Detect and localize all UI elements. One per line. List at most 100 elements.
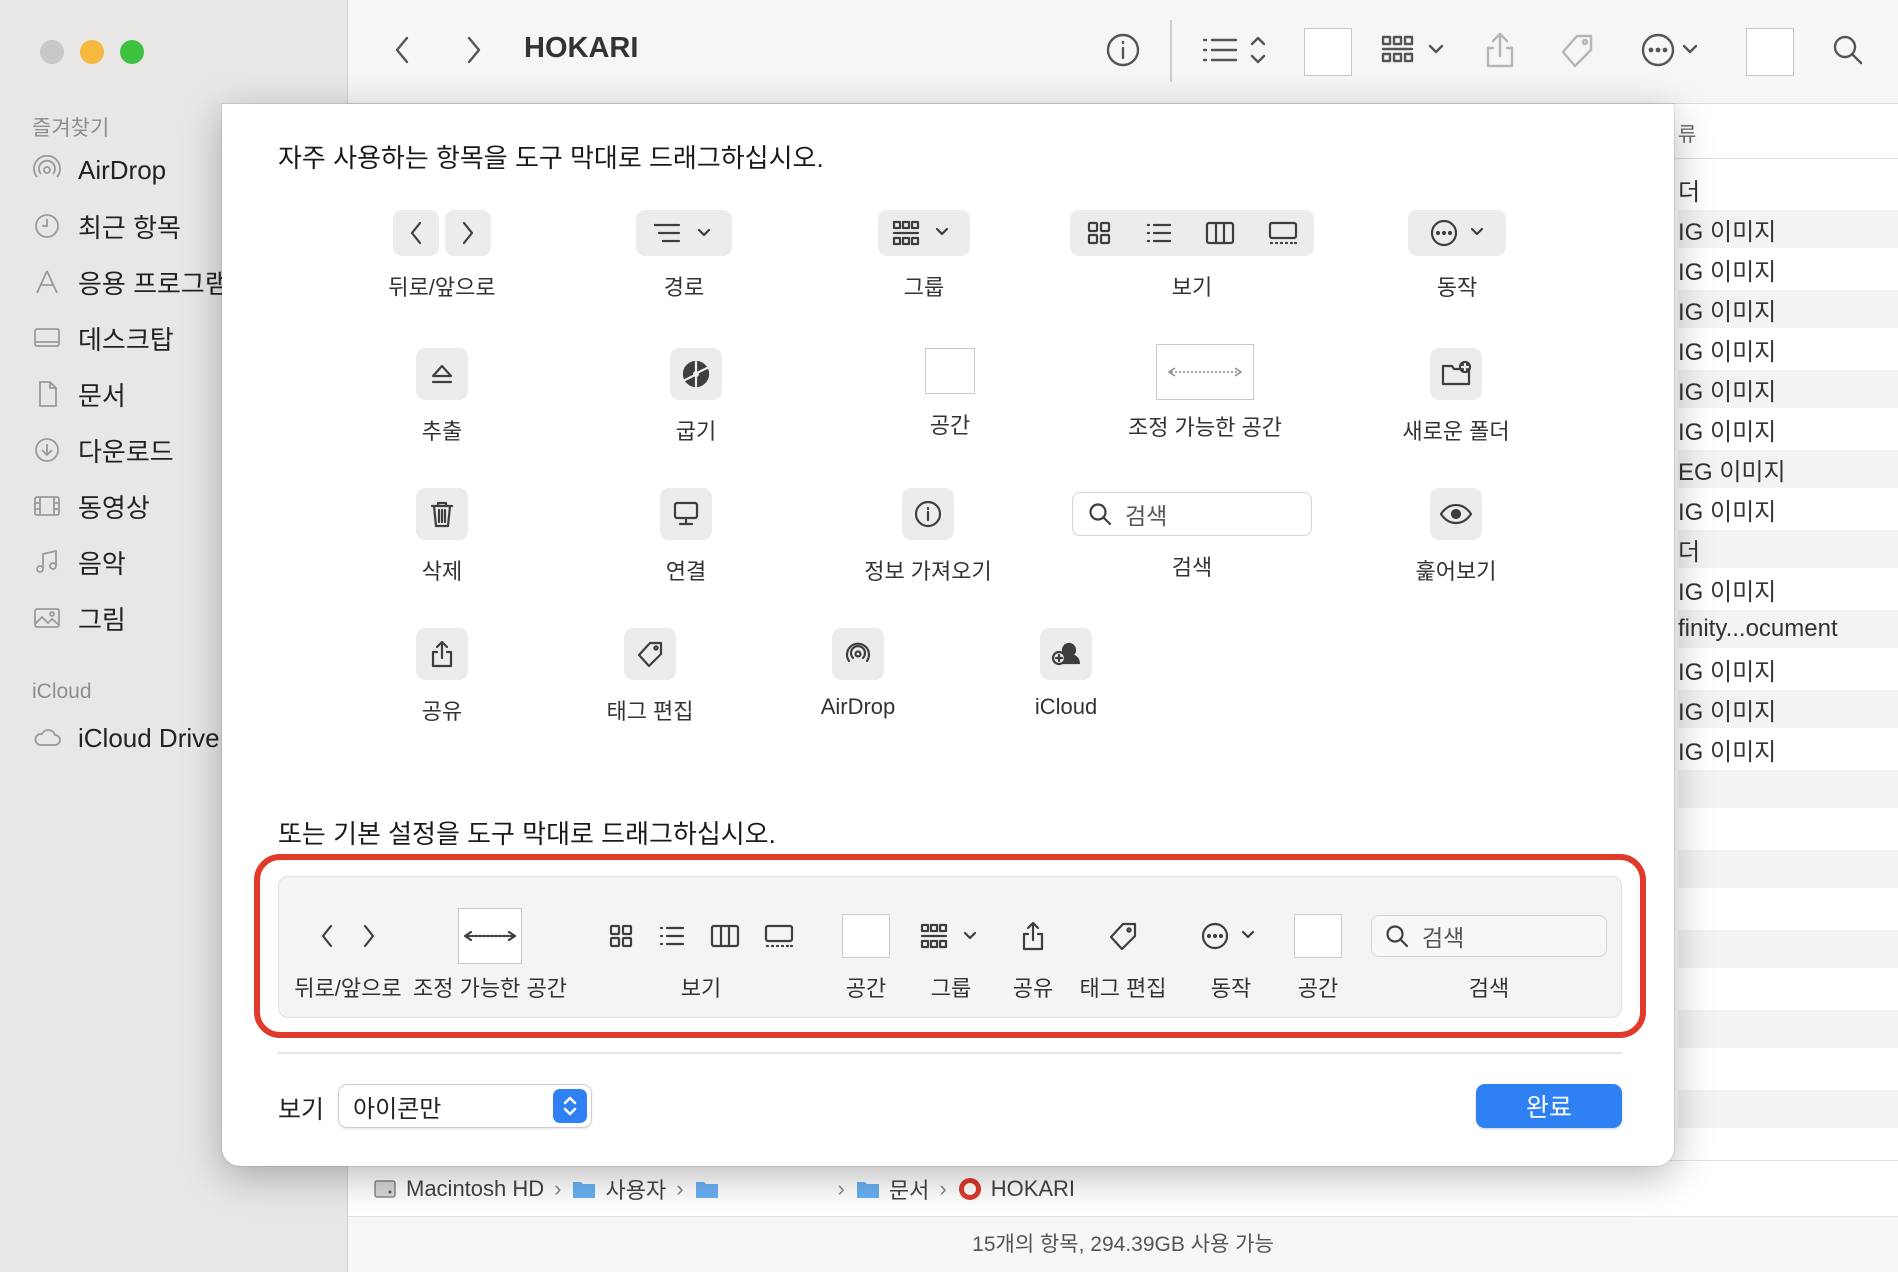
search-icon [1089, 503, 1112, 526]
tag-icon [637, 641, 663, 668]
palette-label: 조정 가능한 공간 [1128, 415, 1282, 440]
view-options-button[interactable] [1198, 27, 1274, 73]
list-item[interactable]: IG 이미지 [1678, 570, 1898, 608]
zoom-button[interactable] [120, 40, 144, 64]
path-bar: Macintosh HD › 사용자 › › 문서 › HOKARI [348, 1160, 1898, 1216]
path-segment[interactable]: HOKARI [991, 1176, 1075, 1202]
list-item[interactable]: 더 [1678, 170, 1898, 208]
palette-share[interactable]: 공유 [402, 628, 482, 726]
display-icon [673, 501, 699, 526]
icon-view-icon [1088, 221, 1111, 245]
list-item[interactable]: IG 이미지 [1678, 210, 1898, 248]
sidebar-item-label: 문서 [78, 380, 126, 411]
back-button[interactable] [384, 27, 420, 73]
path-separator: › [939, 1176, 947, 1201]
palette-eject[interactable]: 추출 [402, 348, 482, 446]
palette-burn[interactable]: 굽기 [656, 348, 736, 446]
close-button[interactable] [40, 40, 64, 64]
show-mode-select[interactable]: 아이콘만 [338, 1084, 592, 1128]
list-item[interactable]: IG 이미지 [1678, 650, 1898, 688]
palette-label: 새로운 폴더 [1402, 419, 1510, 444]
select-stepper[interactable] [553, 1089, 587, 1123]
new-folder-icon [1441, 360, 1472, 386]
chevron-updown-icon [563, 1096, 577, 1116]
chevron-left-icon [410, 221, 422, 245]
harddisk-icon [374, 1180, 396, 1198]
ellipsis-circle-icon [1641, 33, 1698, 67]
divider [1670, 158, 1898, 159]
palette-search[interactable]: 검색 검색 [1072, 492, 1312, 582]
palette-action[interactable]: 동작 [1408, 210, 1506, 302]
list-item[interactable]: finity...ocument [1678, 610, 1898, 648]
list-item[interactable]: IG 이미지 [1678, 330, 1898, 368]
group-button[interactable] [1378, 27, 1454, 73]
applications-icon [36, 270, 58, 294]
status-bar: 15개의 항목, 294.39GB 사용 가능 [348, 1216, 1898, 1272]
sidebar-item-label: 동영상 [78, 492, 150, 523]
info-button[interactable] [1102, 27, 1144, 73]
list-item[interactable]: EG 이미지 [1678, 450, 1898, 488]
path-segment[interactable]: 문서 [889, 1173, 929, 1205]
desktop-icon [34, 328, 60, 347]
list-item[interactable]: IG 이미지 [1678, 410, 1898, 448]
toolbar-separator [1170, 20, 1172, 82]
list-item[interactable]: IG 이미지 [1678, 290, 1898, 328]
list-item[interactable]: IG 이미지 [1678, 490, 1898, 528]
documents-folder-icon [856, 1182, 879, 1198]
palette-back-forward[interactable]: 뒤로/앞으로 [372, 210, 512, 302]
palette-edit-tags[interactable]: 태그 편집 [590, 628, 710, 726]
airdrop-icon [845, 642, 871, 663]
flexible-space-box [1156, 344, 1254, 400]
done-button[interactable]: 완료 [1476, 1084, 1622, 1128]
list-item-empty [1678, 770, 1898, 808]
palette-quick-look[interactable]: 훑어보기 [1416, 488, 1496, 586]
minimize-button[interactable] [80, 40, 104, 64]
palette-get-info[interactable]: 정보 가져오기 [858, 488, 998, 586]
search-button[interactable] [1828, 27, 1868, 73]
share-icon [1486, 32, 1514, 68]
palette-space[interactable]: 공간 [910, 348, 990, 440]
tag-button[interactable] [1554, 27, 1600, 73]
path-segment[interactable]: Macintosh HD [406, 1176, 544, 1202]
palette-label: 태그 편집 [606, 699, 694, 724]
list-item-empty [1678, 930, 1898, 968]
status-text: 15개의 항목, 294.39GB 사용 가능 [972, 1233, 1274, 1256]
trash-icon [430, 501, 454, 528]
palette-label: 연결 [665, 559, 707, 584]
share-button[interactable] [1478, 27, 1522, 73]
search-placeholder: 검색 [1125, 503, 1168, 529]
palette-flexible-space[interactable]: 조정 가능한 공간 [1110, 344, 1300, 442]
palette-view[interactable]: 보기 [1070, 210, 1314, 302]
path-segment[interactable]: 사용자 [605, 1173, 666, 1205]
palette-connect[interactable]: 연결 [646, 488, 726, 586]
divider [278, 1052, 1622, 1054]
palette-delete[interactable]: 삭제 [402, 488, 482, 586]
sidebar-item-label: 다운로드 [78, 436, 174, 467]
list-item[interactable]: IG 이미지 [1678, 690, 1898, 728]
palette-label: 보기 [1171, 275, 1213, 300]
chevron-left-icon [395, 36, 409, 64]
app-badge-icon [958, 1178, 981, 1200]
chevron-right-icon [467, 36, 481, 64]
palette-label: 동작 [1436, 275, 1478, 300]
palette-label: 정보 가져오기 [864, 559, 992, 584]
list-item-empty [1678, 1010, 1898, 1048]
palette-airdrop[interactable]: AirDrop [808, 628, 908, 720]
toolbar: HOKARI [348, 0, 1898, 104]
list-item[interactable]: IG 이미지 [1678, 730, 1898, 768]
palette-new-folder[interactable]: 새로운 폴더 [1386, 348, 1526, 446]
palette-path[interactable]: 경로 [634, 210, 734, 302]
list-item[interactable]: IG 이미지 [1678, 250, 1898, 288]
toolbar-space [1746, 28, 1794, 76]
action-button[interactable] [1638, 27, 1708, 73]
palette-icloud[interactable]: iCloud [1016, 628, 1116, 720]
list-item[interactable]: 더 [1678, 530, 1898, 568]
download-icon [35, 438, 59, 462]
cloud-icon [34, 729, 61, 746]
palette-label: 그룹 [903, 275, 945, 300]
forward-button[interactable] [456, 27, 492, 73]
eye-icon [1439, 503, 1473, 525]
palette-group[interactable]: 그룹 [876, 210, 972, 302]
share-icon [431, 640, 453, 668]
list-item[interactable]: IG 이미지 [1678, 370, 1898, 408]
